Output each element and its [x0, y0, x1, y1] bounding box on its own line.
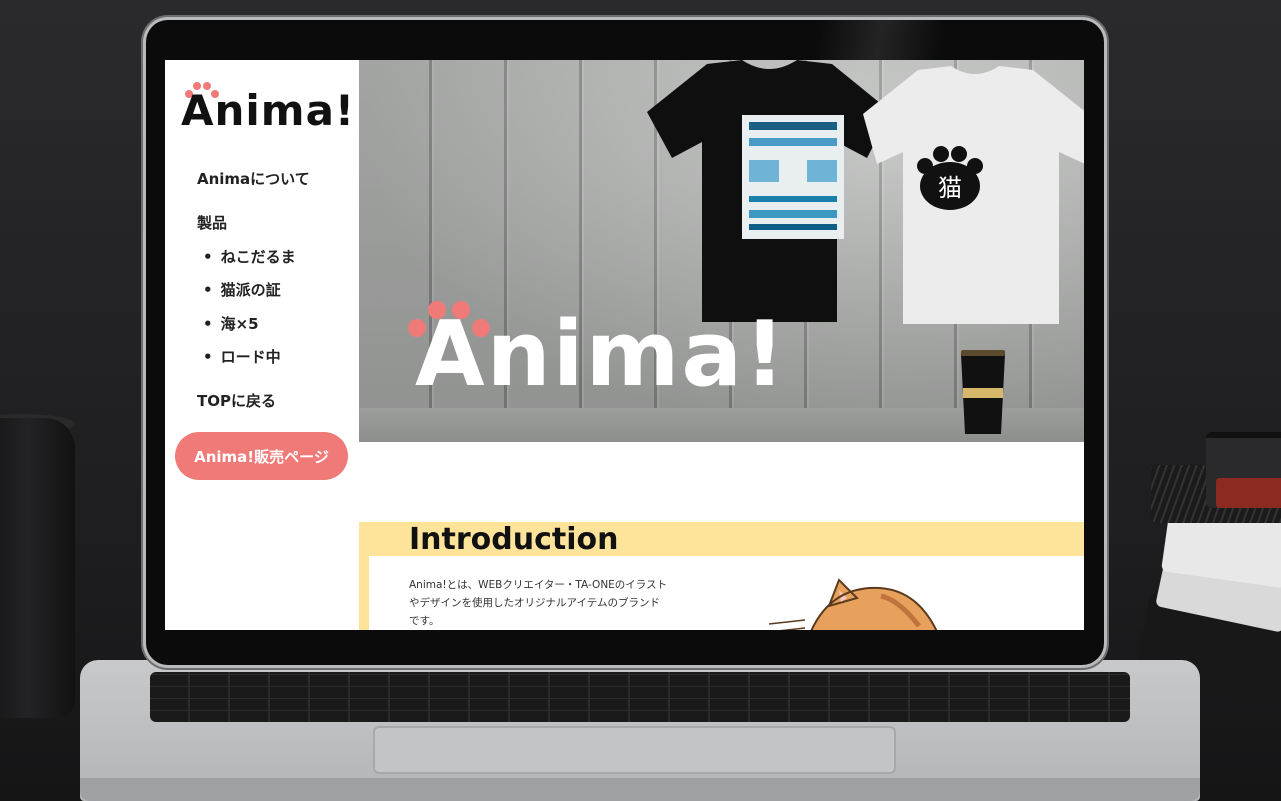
nav-item-back-to-top[interactable]: TOPに戻る [197, 390, 276, 411]
tumbler-image [961, 350, 1005, 434]
intro-header: Introduction [359, 522, 1084, 557]
book [1206, 432, 1281, 508]
black-tshirt-image [647, 60, 891, 322]
nav-subitem-sea[interactable]: 海×5 [203, 313, 259, 334]
hero-logo-text: Anima! [415, 302, 788, 407]
coffee-mug [0, 418, 75, 718]
shop-page-button[interactable]: Anima!販売ページ [175, 432, 348, 480]
laptop-screen: Anima! Animaについて 製品 ねこだるま 猫派の証 海×5 ロード中 … [165, 60, 1084, 630]
nav-item-products[interactable]: 製品 [197, 212, 227, 233]
hero-logo: Anima! [405, 298, 785, 408]
screen-glare [820, 20, 940, 60]
intro-title: Introduction [409, 522, 619, 557]
intro-section: Anima!とは、WEBクリエイター・TA-ONEのイラストやデザインを使用した… [359, 556, 1084, 630]
hero-banner: 猫 Anima! [359, 60, 1084, 442]
intro-body: Anima!とは、WEBクリエイター・TA-ONEのイラストやデザインを使用した… [409, 579, 668, 627]
nav-subitem-necodaruma[interactable]: ねこだるま [203, 246, 296, 267]
nav-item-about[interactable]: Animaについて [197, 168, 310, 189]
keyboard [150, 672, 1130, 722]
laptop-front-edge [80, 778, 1200, 801]
white-tshirt-image: 猫 [863, 66, 1084, 324]
sidebar: Anima! Animaについて 製品 ねこだるま 猫派の証 海×5 ロード中 … [165, 60, 359, 630]
cat-illustration [769, 578, 938, 630]
nav-subitem-cat-proof[interactable]: 猫派の証 [203, 279, 281, 300]
shirt-print-text: 猫 [938, 174, 962, 202]
trackpad [373, 726, 896, 774]
nav-subitem-loading[interactable]: ロード中 [203, 346, 281, 367]
logo-text: Anima! [181, 86, 356, 135]
site-logo[interactable]: Anima! [181, 78, 354, 135]
